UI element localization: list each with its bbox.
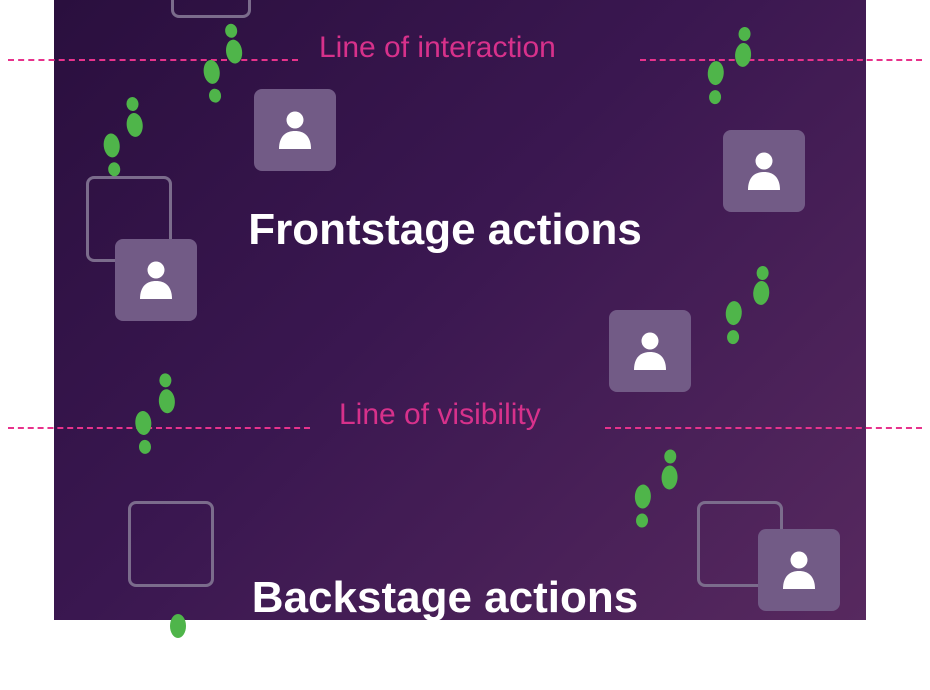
person-card [254,89,336,171]
line-of-interaction-left [8,59,298,61]
person-icon [140,261,172,299]
footprints-icon [203,23,243,103]
outline-square [128,501,214,587]
frontstage-heading: Frontstage actions [248,205,642,254]
footprints-icon [135,373,175,454]
person-card [115,239,197,321]
person-icon [748,152,780,190]
line-of-visibility-label: Line of visibility [339,398,541,431]
footprints-icon [170,614,186,638]
line-of-visibility-right [605,427,922,429]
person-card [758,529,840,611]
backstage-heading: Backstage actions [251,573,639,622]
person-icon [783,551,815,589]
person-icon [279,111,311,149]
person-card [609,310,691,392]
person-card [723,130,805,212]
footprints-icon [634,449,678,528]
footprints-icon [103,97,143,177]
footprints-icon [707,27,752,105]
line-of-interaction-right [640,59,922,61]
outline-square [171,0,251,18]
person-icon [634,332,666,370]
footprints-icon [725,266,770,345]
line-of-interaction-label: Line of interaction [319,31,556,64]
